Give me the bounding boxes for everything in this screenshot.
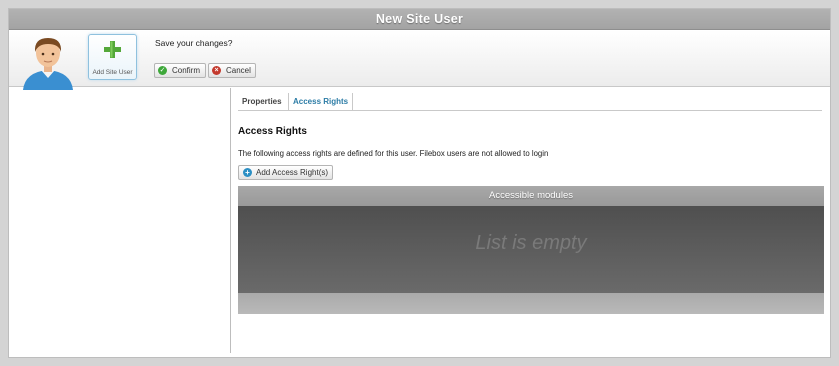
tab-access-rights[interactable]: Access Rights xyxy=(288,93,354,110)
dialog-window: New Site User Add Site User Save your ch… xyxy=(8,8,831,358)
cancel-label: Cancel xyxy=(226,66,251,75)
section-description: The following access rights are defined … xyxy=(238,149,549,158)
green-plus-icon xyxy=(104,41,121,58)
grid-footer xyxy=(238,293,824,314)
empty-list-message: List is empty xyxy=(475,232,587,254)
tab-bar: Properties Access Rights xyxy=(238,93,822,111)
add-access-rights-button[interactable]: + Add Access Right(s) xyxy=(238,165,333,180)
x-circle-icon: × xyxy=(212,66,221,75)
add-access-rights-label: Add Access Right(s) xyxy=(256,168,329,177)
add-site-user-label: Add Site User xyxy=(92,69,133,76)
save-prompt: Save your changes? xyxy=(155,38,233,48)
window-title: New Site User xyxy=(9,9,830,30)
confirm-button[interactable]: ✓ Confirm xyxy=(154,63,206,78)
dialog-header: Add Site User Save your changes? ✓ Confi… xyxy=(9,30,830,90)
grid-body: List is empty xyxy=(238,206,824,293)
confirm-label: Confirm xyxy=(172,66,201,75)
user-avatar-icon xyxy=(19,32,77,90)
plus-circle-icon: + xyxy=(243,168,252,177)
accessible-modules-grid: Accessible modules List is empty xyxy=(238,186,824,314)
section-title: Access Rights xyxy=(238,126,307,137)
grid-header: Accessible modules xyxy=(238,186,824,206)
pane-divider xyxy=(230,88,231,353)
cancel-button[interactable]: × Cancel xyxy=(208,63,256,78)
add-site-user-button[interactable]: Add Site User xyxy=(88,34,137,80)
tab-properties[interactable]: Properties xyxy=(238,93,286,110)
check-circle-icon: ✓ xyxy=(158,66,167,75)
